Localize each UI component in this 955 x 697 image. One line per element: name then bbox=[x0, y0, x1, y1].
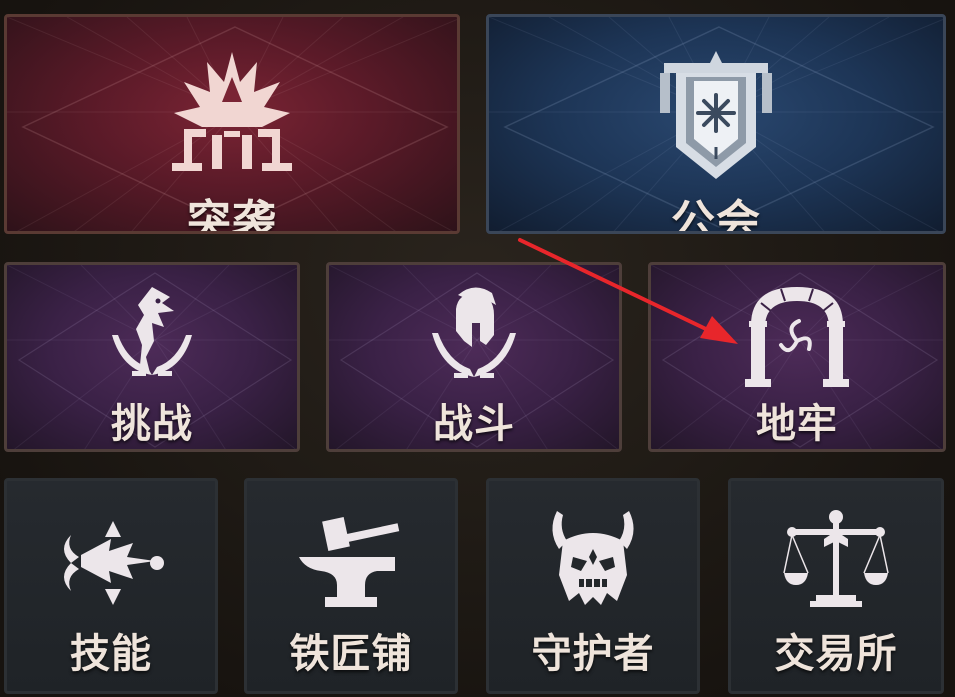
guild-tile[interactable]: 公会 bbox=[486, 14, 946, 234]
guild-label: 公会 bbox=[671, 196, 761, 234]
skill-tile[interactable]: 技能 bbox=[4, 478, 218, 694]
blacksmith-tile[interactable]: 铁匠铺 bbox=[244, 478, 458, 694]
dungeon-label: 地牢 bbox=[756, 401, 838, 447]
guardian-tile[interactable]: 守护者 bbox=[486, 478, 700, 694]
market-label: 交易所 bbox=[774, 631, 898, 677]
dragon-swords-icon bbox=[112, 287, 192, 376]
battle-label: 战斗 bbox=[433, 401, 515, 447]
guardian-label: 守护者 bbox=[531, 631, 655, 677]
scales-icon bbox=[783, 510, 889, 607]
helmet-swords-icon bbox=[432, 287, 516, 378]
challenge-tile[interactable]: 挑战 bbox=[4, 262, 300, 452]
raid-tile[interactable]: 突袭 bbox=[4, 14, 460, 234]
game-menu: 突袭 公会 挑战 战斗 地牢 技能 铁匠铺 守护者 交易所 bbox=[0, 0, 955, 697]
market-tile[interactable]: 交易所 bbox=[728, 478, 944, 694]
portal-arch-icon bbox=[745, 287, 849, 387]
demon-skull-icon bbox=[552, 511, 634, 605]
raid-crown-icon bbox=[172, 52, 292, 171]
anvil-hammer-icon bbox=[299, 517, 400, 607]
skill-blade-icon bbox=[64, 521, 164, 605]
dungeon-tile[interactable]: 地牢 bbox=[648, 262, 946, 452]
challenge-label: 挑战 bbox=[111, 401, 193, 447]
battle-tile[interactable]: 战斗 bbox=[326, 262, 622, 452]
raid-label: 突袭 bbox=[187, 196, 277, 234]
guild-banner-icon bbox=[660, 51, 772, 179]
skill-label: 技能 bbox=[70, 631, 152, 677]
blacksmith-label: 铁匠铺 bbox=[289, 631, 413, 677]
